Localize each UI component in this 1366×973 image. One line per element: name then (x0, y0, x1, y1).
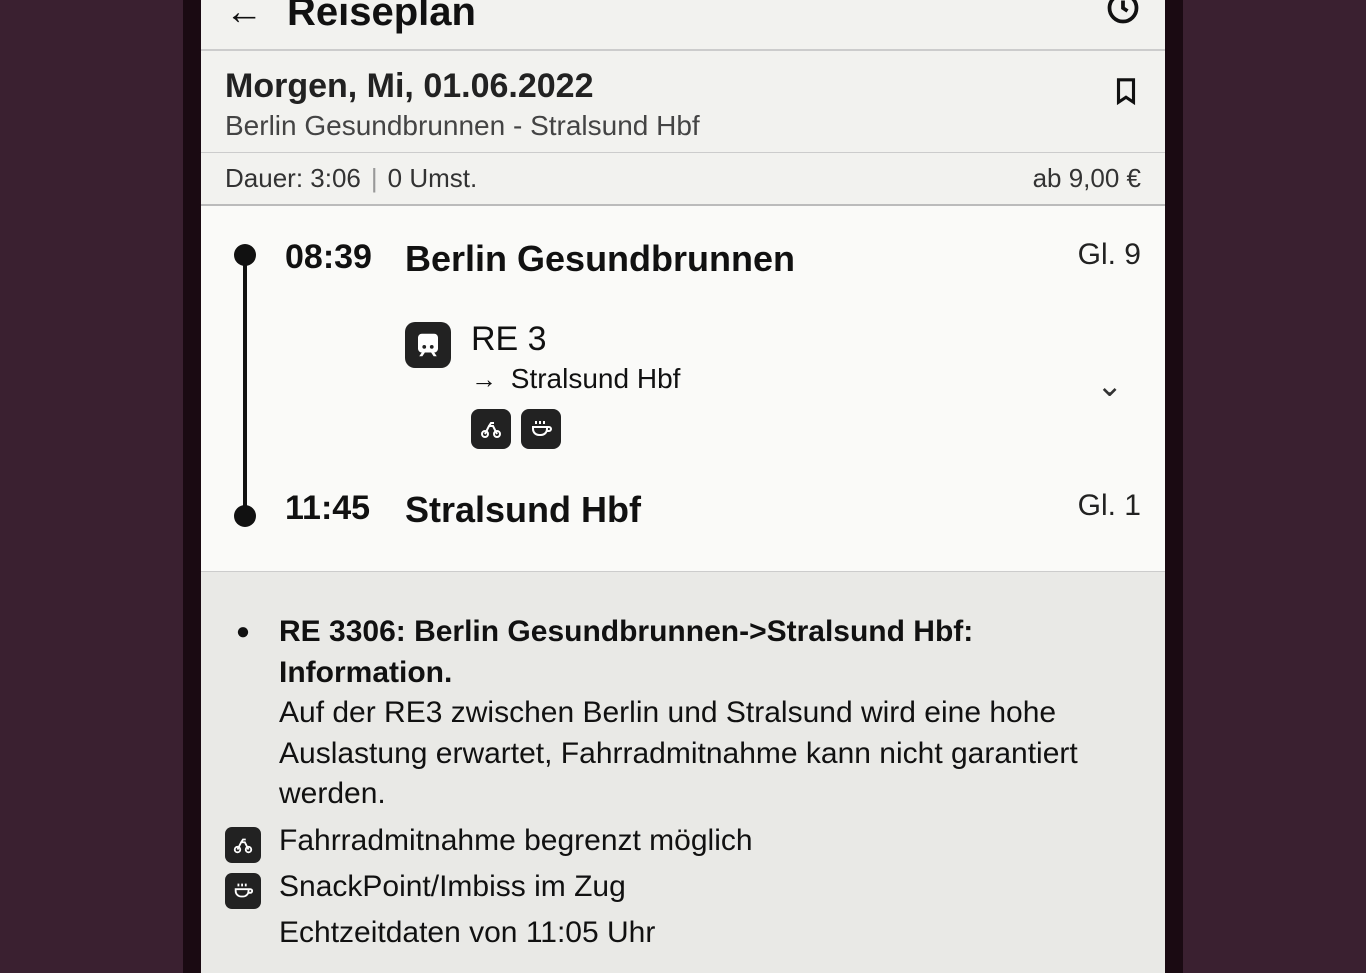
bike-note: Fahrradmitnahme begrenzt möglich (279, 821, 753, 862)
divider: | (371, 163, 378, 194)
bookmark-icon[interactable] (1111, 67, 1141, 118)
clock-icon[interactable] (1105, 0, 1141, 35)
snack-note: SnackPoint/Imbiss im Zug (279, 867, 626, 908)
info-body: Auf der RE3 zwischen Berlin und Stralsun… (279, 693, 1141, 815)
arrival-station: Stralsund Hbf (405, 489, 1031, 531)
arrival-time: 11:45 (285, 489, 405, 528)
trip-route: Berlin Gesundbrunnen - Stralsund Hbf (225, 110, 1111, 142)
duration-label: Dauer: 3:06 (225, 163, 361, 194)
leg-destination: → Stralsund Hbf (471, 363, 1076, 395)
app-screen: ← Reiseplan Morgen, Mi, 01.06.2022 Berli… (183, 0, 1183, 973)
arrival-row: 11:45 Stralsund Hbf Gl. 1 (225, 489, 1141, 531)
timeline-dot-start (234, 244, 256, 266)
amenity-icons (471, 409, 1076, 449)
snack-icon (521, 409, 561, 449)
page-title: Reiseplan (287, 0, 476, 35)
departure-station: Berlin Gesundbrunnen (405, 238, 1031, 280)
arrow-right-icon: → (471, 364, 497, 394)
bicycle-icon (471, 409, 511, 449)
trip-summary: Morgen, Mi, 01.06.2022 Berlin Gesundbrun… (201, 49, 1165, 152)
arrival-platform: Gl. 1 (1031, 489, 1141, 523)
trip-metrics: Dauer: 3:06 | 0 Umst. ab 9,00 € (201, 152, 1165, 206)
departure-platform: Gl. 9 (1031, 238, 1141, 272)
realtime-note: Echtzeitdaten von 11:05 Uhr (279, 913, 1141, 954)
info-title: RE 3306: Berlin Gesundbrunnen->Stralsund… (279, 612, 1141, 693)
journey-timeline: 08:39 Berlin Gesundbrunnen Gl. 9 RE 3 → … (201, 206, 1165, 571)
journey-leg[interactable]: RE 3 → Stralsund Hbf ⌄ (405, 320, 1141, 449)
chevron-down-icon[interactable]: ⌄ (1096, 366, 1141, 404)
departure-time: 08:39 (285, 238, 405, 277)
leg-line-name: RE 3 (471, 320, 1076, 359)
bicycle-icon (225, 827, 261, 863)
timeline-line (243, 254, 247, 515)
trip-date: Morgen, Mi, 01.06.2022 (225, 67, 1111, 106)
top-bar: ← Reiseplan (201, 0, 1165, 49)
departure-row: 08:39 Berlin Gesundbrunnen Gl. 9 (225, 238, 1141, 280)
info-section: ● RE 3306: Berlin Gesundbrunnen->Stralsu… (201, 571, 1165, 973)
back-arrow-icon[interactable]: ← (225, 0, 263, 34)
transfers-label: 0 Umst. (388, 163, 478, 194)
train-icon (405, 322, 451, 368)
timeline-dot-end (234, 505, 256, 527)
snack-icon (225, 873, 261, 909)
info-dot-icon: ● (225, 618, 261, 646)
price-label: ab 9,00 € (1033, 163, 1141, 194)
